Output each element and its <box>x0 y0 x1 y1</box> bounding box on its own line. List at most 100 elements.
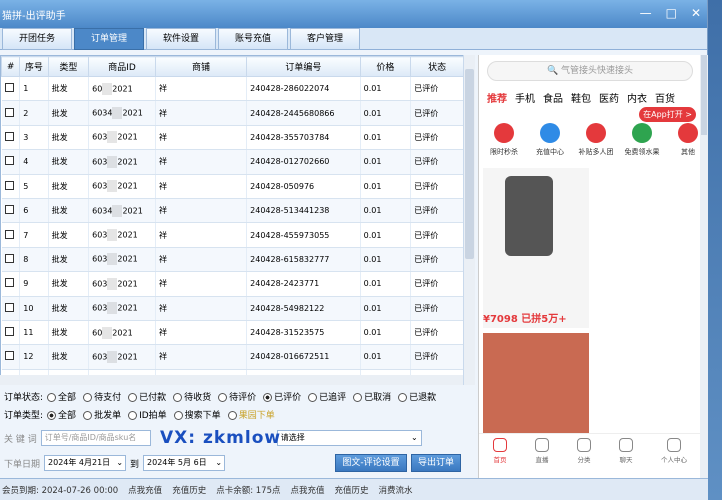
recharge-link-2[interactable]: 点我充值 <box>291 484 325 496</box>
date-from-picker[interactable]: 2024年 4月21日 ⌄ <box>44 455 127 471</box>
radio-order_status-8[interactable]: 已退款 <box>398 390 436 403</box>
radio-order_type-4[interactable]: 果园下单 <box>227 408 275 421</box>
mobile-nav-4[interactable]: 个人中心 <box>661 438 687 478</box>
cell-index: 5 <box>19 174 49 199</box>
row-checkbox[interactable] <box>1 100 21 126</box>
row-checkbox[interactable] <box>1 198 21 224</box>
mobile-shortcut-4[interactable]: 其他 <box>669 123 700 157</box>
cell-shop: 祥 <box>155 76 248 102</box>
maximize-button[interactable]: □ <box>666 6 677 20</box>
row-checkbox[interactable] <box>1 271 21 297</box>
mobile-nav-3[interactable]: 聊天 <box>619 438 633 478</box>
table-row[interactable]: 11 批发 60 2021 祥 240428-31523575 0.01 已评价 <box>1 320 464 346</box>
mobile-category-3[interactable]: 鞋包 <box>571 90 591 105</box>
mobile-nav-0[interactable]: 首页 <box>493 438 507 478</box>
recharge-history-link[interactable]: 充值历史 <box>172 484 206 496</box>
mobile-nav-2[interactable]: 分类 <box>577 438 591 478</box>
mobile-search-bar[interactable]: 🔍 气管接头快速接头 <box>487 61 693 81</box>
col-order-no[interactable]: 订单编号 <box>246 56 361 77</box>
product-card-apples[interactable] <box>483 333 589 433</box>
preview-scrollbar[interactable] <box>700 55 708 478</box>
category-select[interactable]: 请选择 ⌄ <box>276 430 422 446</box>
recharge-link[interactable]: 点我充值 <box>128 484 162 496</box>
col-price[interactable]: 价格 <box>359 56 412 77</box>
table-row[interactable]: 10 批发 603 2021 祥 240428-54982122 0.01 已评价 <box>1 296 464 321</box>
radio-order_status-2[interactable]: 已付款 <box>128 390 166 403</box>
mobile-category-5[interactable]: 内衣 <box>627 90 647 105</box>
row-checkbox[interactable] <box>1 320 21 346</box>
cell-status: 已评价 <box>410 198 464 224</box>
radio-order_status-1[interactable]: 待支付 <box>83 390 121 403</box>
keyword-input[interactable]: 订单号/商品ID/商品sku名 <box>40 430 151 446</box>
table-horizontal-scrollbar[interactable] <box>0 375 463 385</box>
product-card-phone[interactable] <box>483 168 589 328</box>
consume-log-link[interactable]: 消费流水 <box>379 484 413 496</box>
mobile-shortcut-1[interactable]: 充值中心 <box>531 123 569 157</box>
radio-order_status-0[interactable]: 全部 <box>47 390 76 403</box>
tab-settings[interactable]: 软件设置 <box>146 28 216 50</box>
radio-order_status-7[interactable]: 已取消 <box>353 390 391 403</box>
cell-index: 12 <box>19 344 49 370</box>
table-row[interactable]: 12 批发 603 2021 祥 240428-016672511 0.01 已评… <box>1 344 464 370</box>
table-row[interactable]: 2 批发 6034 2021 祥 240428-2445680866 0.01 已… <box>1 100 464 126</box>
row-checkbox[interactable] <box>1 125 21 151</box>
export-orders-button[interactable]: 导出订单 <box>411 454 462 472</box>
recharge-history-link-2[interactable]: 充值历史 <box>335 484 369 496</box>
desktop-background <box>708 0 722 500</box>
radio-order_status-5[interactable]: 已评价 <box>263 390 301 403</box>
tab-customers[interactable]: 客户管理 <box>290 28 360 50</box>
tab-orders[interactable]: 订单管理 <box>74 28 144 50</box>
mobile-shortcut-2[interactable]: 补贴多人团 <box>577 123 615 157</box>
close-button[interactable]: ✕ <box>691 6 701 20</box>
open-in-app-button[interactable]: 在App打开 > <box>639 107 696 122</box>
row-checkbox[interactable] <box>1 149 21 175</box>
table-row[interactable]: 7 批发 603 2021 祥 240428-455973055 0.01 已评价 <box>1 222 464 248</box>
radio-order_type-2[interactable]: ID拍单 <box>128 408 167 421</box>
tab-tasks[interactable]: 开团任务 <box>2 28 72 50</box>
col-index[interactable]: 序号 <box>19 56 49 77</box>
mobile-shortcut-0[interactable]: 限时秒杀 <box>485 123 523 157</box>
cell-type: 批发 <box>48 271 90 297</box>
tab-recharge[interactable]: 账号充值 <box>218 28 288 50</box>
mobile-category-2[interactable]: 食品 <box>543 90 563 105</box>
mobile-category-6[interactable]: 百货 <box>655 90 675 105</box>
col-shop[interactable]: 商铺 <box>154 56 248 77</box>
review-settings-button[interactable]: 图文-评论设置 <box>335 454 408 472</box>
row-checkbox[interactable] <box>1 174 21 199</box>
cell-status: 已评价 <box>410 296 464 321</box>
minimize-button[interactable]: — <box>640 6 652 20</box>
table-row[interactable]: 4 批发 603 2021 祥 240428-012702660 0.01 已评价 <box>1 149 464 175</box>
col-check[interactable]: # <box>1 56 21 77</box>
mobile-category-0[interactable]: 推荐 <box>487 90 507 105</box>
table-row[interactable]: 5 批发 603 2021 祥 240428-050976 0.01 已评价 <box>1 174 464 199</box>
row-checkbox[interactable] <box>1 344 21 370</box>
radio-order_type-0[interactable]: 全部 <box>47 408 76 421</box>
radio-order_status-4[interactable]: 待评价 <box>218 390 256 403</box>
cell-product-id: 6032021 <box>88 125 156 151</box>
row-checkbox[interactable] <box>1 296 21 321</box>
radio-order_status-6[interactable]: 已追评 <box>308 390 346 403</box>
row-checkbox[interactable] <box>1 76 21 102</box>
col-product-id[interactable]: 商品ID <box>88 56 156 77</box>
table-row[interactable]: 9 批发 603 2021 祥 240428-2423771 0.01 已评价 <box>1 271 464 297</box>
radio-order_type-3[interactable]: 搜索下单 <box>173 408 221 421</box>
radio-order_status-3[interactable]: 待收货 <box>173 390 211 403</box>
col-type[interactable]: 类型 <box>47 56 90 77</box>
mobile-category-1[interactable]: 手机 <box>515 90 535 105</box>
shortcut-icon <box>540 123 560 143</box>
table-row[interactable]: 8 批发 603 2021 祥 240428-615832777 0.01 已评价 <box>1 247 464 273</box>
mobile-nav-1[interactable]: 直播 <box>535 438 549 478</box>
date-to-picker[interactable]: 2024年 5月 6日 ⌄ <box>143 455 226 471</box>
nav-icon <box>493 438 507 452</box>
table-row[interactable]: 3 批发 603 2021 祥 240428-355703784 0.01 已评价 <box>1 125 464 151</box>
mobile-category-4[interactable]: 医药 <box>599 90 619 105</box>
order-status-row: 订单状态: 全部 待支付 已付款 待收货 待评价 已评价 已追评 已取消 已退款 <box>4 390 436 403</box>
radio-order_type-1[interactable]: 批发单 <box>83 408 121 421</box>
col-status[interactable]: 状态 <box>410 56 464 77</box>
row-checkbox[interactable] <box>1 222 21 248</box>
table-vertical-scrollbar[interactable] <box>463 55 475 385</box>
table-row[interactable]: 6 批发 6034 2021 祥 240428-513441238 0.01 已评… <box>1 198 464 224</box>
mobile-shortcut-3[interactable]: 免费领水果 <box>623 123 661 157</box>
table-row[interactable]: 1 批发 60 2021 祥 240428-286022074 0.01 已评价 <box>1 76 464 102</box>
row-checkbox[interactable] <box>1 247 21 273</box>
